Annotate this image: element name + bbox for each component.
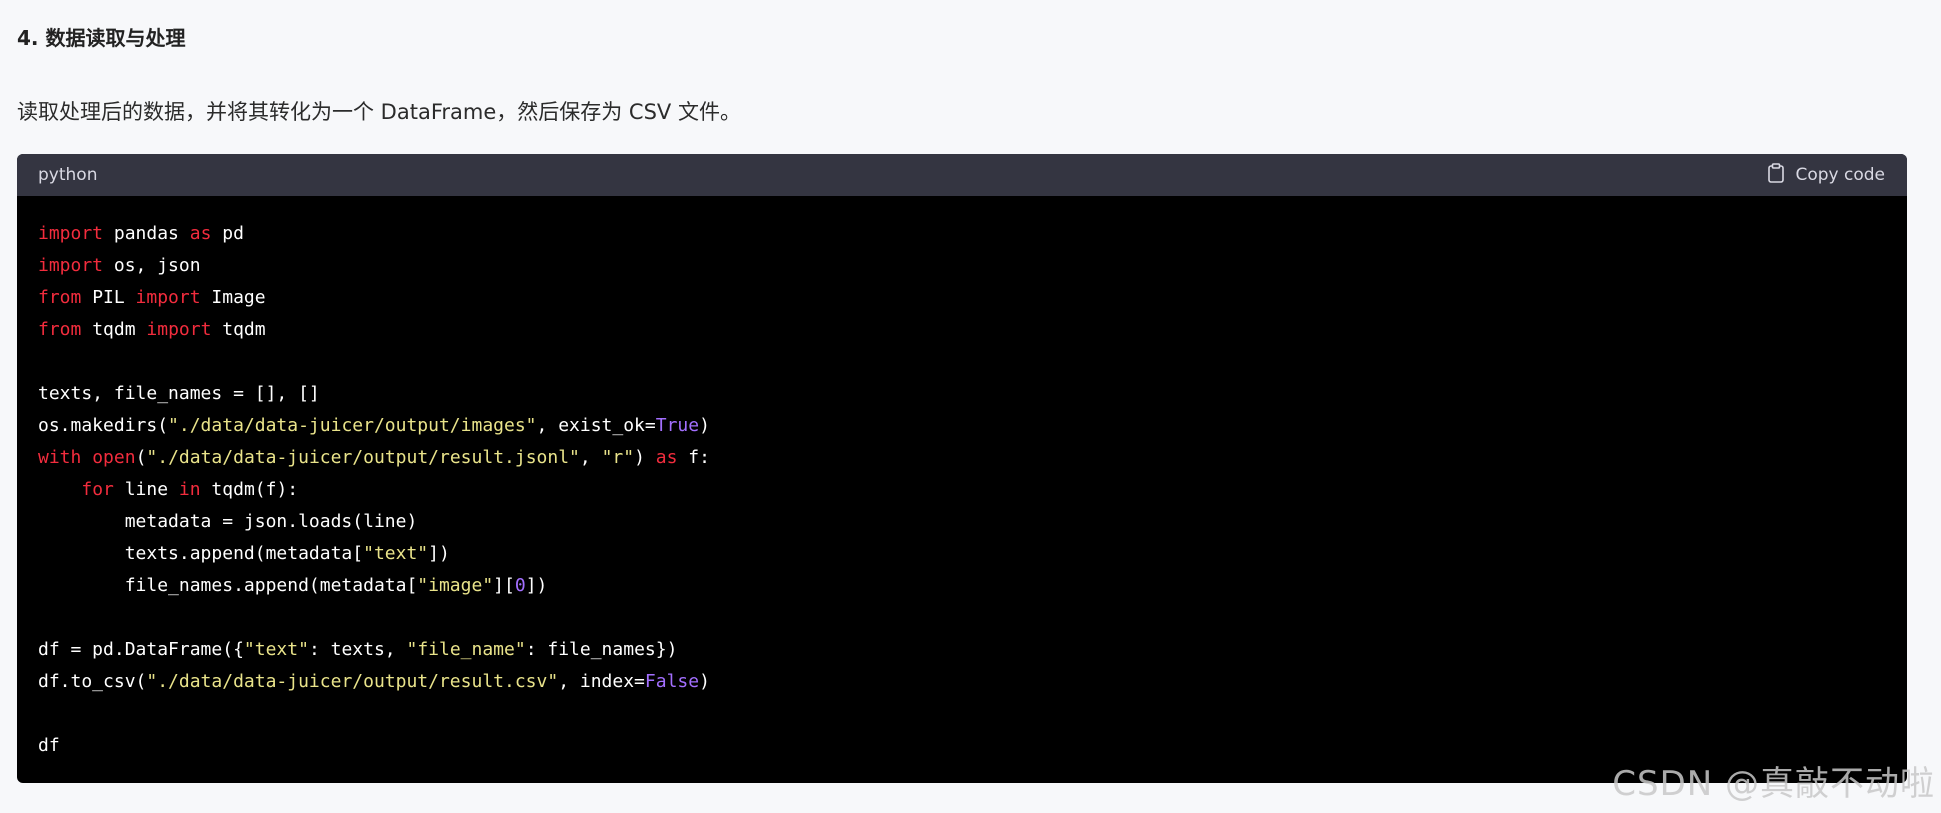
code-token: "text": [243, 639, 309, 660]
code-token: ][: [493, 575, 515, 596]
code-token: ): [634, 447, 656, 468]
code-token: tqdm(f):: [200, 479, 299, 500]
code-token: file_names.append(metadata[: [38, 575, 418, 596]
code-token: 0: [514, 575, 526, 596]
code-token: as: [189, 223, 212, 244]
code-token: for: [81, 479, 114, 500]
code-token: , index=: [558, 671, 645, 692]
code-token: tqdm: [211, 319, 266, 340]
code-line: for line in tqdm(f):: [38, 474, 1886, 506]
code-token: "text": [363, 543, 429, 564]
code-block: python Copy code import pandas as pd impo…: [17, 154, 1907, 783]
code-token: "./data/data-juicer/output/result.csv": [146, 671, 559, 692]
code-token: "r": [601, 447, 635, 468]
code-token: ]): [428, 543, 450, 564]
code-line: texts, file_names = [], []: [38, 378, 1886, 410]
code-token: : texts,: [308, 639, 407, 660]
code-token: df.to_csv(: [38, 671, 147, 692]
code-body: import pandas as pd import os, json from P…: [17, 196, 1907, 783]
copy-code-label: Copy code: [1795, 165, 1885, 185]
code-token: "file_name": [406, 639, 526, 660]
code-line: os.makedirs("./data/data-juicer/output/i…: [38, 410, 1886, 442]
code-line: file_names.append(metadata["image"][0]): [38, 570, 1886, 602]
code-token: import: [146, 319, 212, 340]
copy-code-button[interactable]: Copy code: [1767, 162, 1885, 188]
code-token: os.makedirs(: [38, 415, 169, 436]
code-token: (: [135, 447, 147, 468]
code-token: pd: [211, 223, 244, 244]
code-token: in: [178, 479, 201, 500]
section-intro: 读取处理后的数据，并将其转化为一个 DataFrame，然后保存为 CSV 文件…: [17, 100, 741, 124]
code-token: texts, file_names = [], []: [38, 383, 320, 404]
code-line: metadata = json.loads(line): [38, 506, 1886, 538]
code-token: "./data/data-juicer/output/result.jsonl": [146, 447, 580, 468]
code-token: metadata = json.loads(line): [38, 511, 418, 532]
code-line: df = pd.DataFrame({"text": texts, "file_…: [38, 634, 1886, 666]
code-token: , exist_ok=: [536, 415, 656, 436]
code-token: from: [38, 287, 82, 308]
code-line: df: [38, 730, 1886, 762]
code-token: import: [38, 223, 104, 244]
code-token: pandas: [103, 223, 190, 244]
code-token: tqdm: [81, 319, 147, 340]
code-line: texts.append(metadata["text"]): [38, 538, 1886, 570]
code-token: ]): [525, 575, 548, 596]
code-token: : file_names}): [525, 639, 678, 660]
code-token: df = pd.DataFrame({: [38, 639, 244, 660]
code-token: True: [655, 415, 700, 436]
code-token: "./data/data-juicer/output/images": [168, 415, 537, 436]
code-token: os, json: [103, 255, 201, 276]
clipboard-icon: [1767, 162, 1785, 188]
code-token: line: [113, 479, 179, 500]
code-header: python Copy code: [17, 154, 1907, 196]
code-line: from PIL import Image: [38, 282, 1886, 314]
code-line: import os, json: [38, 250, 1886, 282]
code-line: with open("./data/data-juicer/output/res…: [38, 442, 1886, 474]
code-token: False: [644, 671, 700, 692]
code-token: import: [135, 287, 201, 308]
code-token: "image": [417, 575, 494, 596]
section-heading: 4. 数据读取与处理: [17, 26, 186, 50]
code-language-label: python: [38, 165, 98, 185]
code-token: from: [38, 319, 82, 340]
code-token: as: [655, 447, 678, 468]
code-line: df.to_csv("./data/data-juicer/output/res…: [38, 666, 1886, 698]
code-token: ): [699, 415, 710, 436]
code-token: Image: [200, 287, 266, 308]
watermark: CSDN @真敲不动啦: [1612, 764, 1935, 804]
code-line: import pandas as pd: [38, 218, 1886, 250]
code-token: PIL: [81, 287, 136, 308]
code-token: texts.append(metadata[: [38, 543, 364, 564]
code-token: ,: [579, 447, 602, 468]
code-token: df: [38, 735, 60, 756]
code-line: from tqdm import tqdm: [38, 314, 1886, 346]
code-token: ): [699, 671, 710, 692]
code-token: open: [92, 447, 136, 468]
code-token: import: [38, 255, 104, 276]
code-token: f:: [677, 447, 710, 468]
code-token: with: [38, 447, 82, 468]
